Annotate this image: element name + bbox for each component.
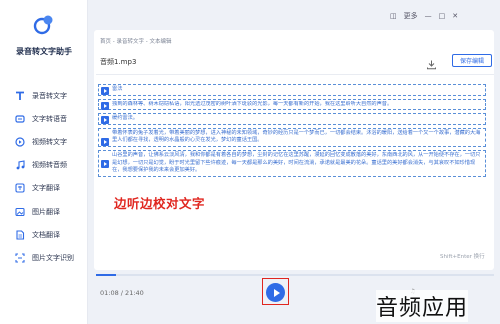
segment-play-icon[interactable]: [101, 101, 109, 110]
sidebar-item-label: 视频转音频: [32, 161, 67, 170]
window-menu-icon[interactable]: ◫: [390, 12, 397, 20]
sidebar-item-video-to-audio[interactable]: 视频转音频: [0, 154, 88, 177]
doc-translate-icon: [14, 229, 25, 240]
watermark: 音频应用: [376, 290, 469, 322]
app-name: 录音转文字助手: [16, 47, 72, 56]
sidebar-item-label: 视频转文字: [32, 137, 67, 146]
segment-play-icon[interactable]: [101, 159, 109, 168]
segment-text[interactable]: 雷法: [112, 86, 481, 94]
speech-icon: [14, 113, 25, 124]
sidebar: 录音转文字助手 录音转文字 文字转语音 视频转文字 视频转音频 文字翻译 图片翻…: [0, 0, 88, 324]
sidebar-item-label: 图片翻译: [32, 207, 60, 216]
transcript-segment[interactable]: 缓约雷法。: [98, 113, 486, 125]
divider: [96, 74, 494, 75]
play-button[interactable]: [266, 283, 285, 302]
sidebar-item-ocr[interactable]: 图片文字识别: [0, 246, 88, 269]
playback-progress[interactable]: [96, 274, 494, 276]
transcript-segments: 雷法 独到的森林等、树木窃窃私语，阳光透过茂密的树叶洒下斑驳的光影，每一天都有新…: [98, 84, 486, 180]
app-logo-icon: [33, 13, 55, 39]
segment-text[interactable]: 带着怀表的兔子发着光，带着美丽的梦想，进入神秘的未知领域，奇妙的经历只是一个梦而…: [112, 130, 481, 145]
segment-play-icon[interactable]: [101, 137, 109, 146]
translate-icon: [14, 183, 25, 194]
shortcut-hint: Shift+Enter 换行: [440, 254, 485, 260]
sidebar-item-video-to-text[interactable]: 视频转文字: [0, 130, 88, 153]
video-icon: [14, 136, 25, 147]
text-t-icon: [14, 90, 25, 101]
more-menu[interactable]: 更多: [404, 11, 418, 21]
time-display: 01:08 / 21:40: [100, 289, 144, 297]
segment-text[interactable]: 缓约雷法。: [112, 115, 481, 123]
transcript-segment[interactable]: 带着怀表的兔子发着光，带着美丽的梦想，进入神秘的未知领域，奇妙的经历只是一个梦而…: [98, 127, 486, 147]
transcript-segment[interactable]: 雷法: [98, 84, 486, 96]
segment-play-icon[interactable]: [101, 87, 109, 95]
sidebar-item-image-translate[interactable]: 图片翻译: [0, 200, 88, 223]
minimize-icon[interactable]: —: [425, 12, 432, 20]
playback-progress-fill: [96, 274, 116, 276]
download-icon[interactable]: [426, 55, 437, 74]
sidebar-item-label: 文字转语音: [32, 114, 67, 123]
segment-text[interactable]: 山谷里的声音，让佛系云淡风清，我和你都是有着各自的梦想，尘封的记忆在这里苏醒，漫…: [112, 152, 481, 175]
transcript-segment[interactable]: 山谷里的声音，让佛系云淡风清，我和你都是有着各自的梦想，尘封的记忆在这里苏醒，漫…: [98, 149, 486, 177]
sidebar-item-label: 文档翻译: [32, 230, 60, 239]
sidebar-item-text-translate[interactable]: 文字翻译: [0, 177, 88, 200]
music-icon: [14, 160, 25, 171]
ocr-icon: [14, 252, 25, 263]
breadcrumb: 首页 - 录音转文字 - 文本编辑: [100, 39, 172, 45]
segment-text[interactable]: 独到的森林等、树木窃窃私语，阳光透过茂密的树叶洒下斑驳的光影，每一天都有新的开始…: [112, 101, 481, 109]
maximize-icon[interactable]: □: [439, 12, 446, 20]
save-edit-button[interactable]: 保存编辑: [452, 54, 492, 67]
segment-play-icon[interactable]: [101, 116, 109, 125]
sidebar-item-label: 文字翻译: [32, 184, 60, 193]
image-translate-icon: [14, 206, 25, 217]
window-toolbar: ◫ 更多 — □ ✕: [390, 8, 500, 24]
sidebar-nav: 录音转文字 文字转语音 视频转文字 视频转音频 文字翻译 图片翻译 文档翻译 图…: [0, 84, 88, 270]
caption-overlay: 边听边校对文字: [114, 196, 206, 211]
file-name: 音频1.mp3: [100, 58, 137, 66]
sidebar-item-text-to-speech[interactable]: 文字转语音: [0, 107, 88, 130]
sidebar-item-label: 图片文字识别: [32, 253, 74, 262]
sidebar-item-doc-translate[interactable]: 文档翻译: [0, 223, 88, 246]
close-icon[interactable]: ✕: [452, 12, 458, 20]
transcript-segment[interactable]: 独到的森林等、树木窃窃私语，阳光透过茂密的树叶洒下斑驳的光影，每一天都有新的开始…: [98, 98, 486, 111]
sidebar-item-label: 录音转文字: [32, 91, 67, 100]
sidebar-item-audio-to-text[interactable]: 录音转文字: [0, 84, 88, 107]
